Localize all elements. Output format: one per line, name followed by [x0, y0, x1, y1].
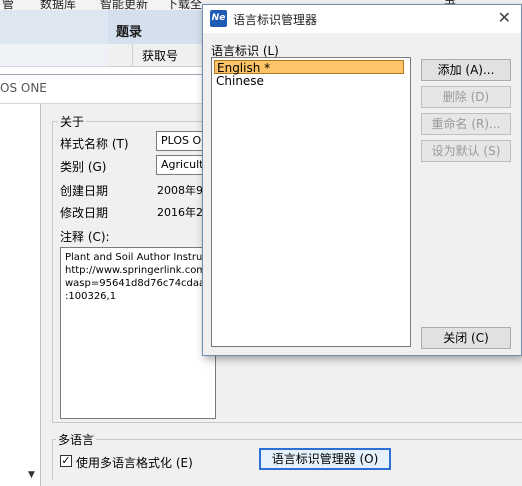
- style-editor-title: OS ONE: [0, 81, 47, 95]
- style-name-label: 样式名称 (T): [60, 137, 129, 151]
- notes-line: http://www.springerlink.com: [65, 265, 207, 276]
- menu-item-download[interactable]: 下载全: [166, 0, 202, 10]
- scroll-down-icon[interactable]: ▼: [28, 470, 35, 480]
- add-button[interactable]: 添加 (A)...: [421, 59, 511, 81]
- notes-line: Plant and Soil Author Instruc: [65, 252, 208, 263]
- menu-item-database[interactable]: 数据库: [40, 0, 76, 10]
- toolbar-secondary: [0, 44, 108, 67]
- language-manager-dialog: Ne 语言标识管理器 ✕ 语言标识 (L) English * Chinese …: [202, 4, 522, 356]
- toolbar: [0, 10, 108, 45]
- dialog-titlebar: Ne 语言标识管理器 ✕: [203, 5, 521, 33]
- delete-button[interactable]: 删除 (D): [421, 86, 511, 108]
- close-button[interactable]: 关闭 (C): [421, 327, 511, 349]
- created-date-label: 创建日期: [60, 184, 109, 198]
- library-panel-title: 题录: [116, 25, 143, 40]
- set-default-button[interactable]: 设为默认 (S): [421, 140, 511, 162]
- multilang-checkbox[interactable]: ✓: [60, 455, 72, 467]
- menu-item-manage[interactable]: 管: [2, 0, 14, 10]
- style-tree-panel[interactable]: ▼: [0, 104, 41, 486]
- notes-label: 注释 (C):: [60, 230, 110, 244]
- multilang-group-label: 多语言: [56, 431, 97, 448]
- column-accession-number[interactable]: 获取号: [142, 47, 178, 64]
- dialog-title: 语言标识管理器: [233, 13, 318, 27]
- notes-line: :100326,1: [65, 291, 117, 302]
- notes-textarea[interactable]: Plant and Soil Author Instruc http://www…: [60, 247, 216, 419]
- app-logo-icon: Ne: [210, 10, 227, 27]
- language-listbox[interactable]: English * Chinese: [211, 57, 411, 347]
- category-label: 类别 (G): [60, 160, 107, 174]
- library-panel-header: 题录: [108, 10, 208, 45]
- about-group-label: 关于: [58, 113, 87, 130]
- menu-item-smart-update[interactable]: 智能更新: [100, 0, 148, 10]
- notes-line: wasp=95641d8d76c74cdaab: [65, 278, 212, 289]
- column-separator: [132, 44, 133, 66]
- close-icon[interactable]: ✕: [498, 10, 511, 26]
- library-column-header[interactable]: 获取号: [108, 44, 208, 67]
- multilang-checkbox-label[interactable]: 使用多语言格式化 (E): [76, 454, 193, 471]
- modified-date-label: 修改日期: [60, 206, 109, 220]
- list-item-chinese[interactable]: Chinese: [214, 74, 266, 88]
- list-item-english[interactable]: English *: [214, 60, 404, 75]
- language-manager-button[interactable]: 语言标识管理器 (O): [259, 448, 391, 470]
- rename-button[interactable]: 重命名 (R)...: [421, 113, 511, 135]
